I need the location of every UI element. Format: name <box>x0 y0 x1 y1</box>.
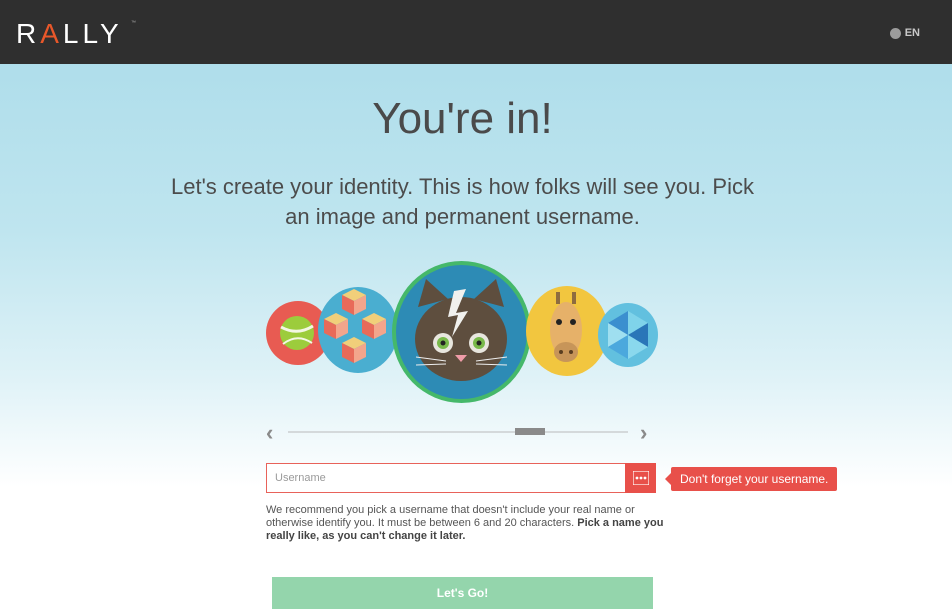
carousel-track <box>288 431 628 433</box>
password-dots-icon[interactable] <box>625 463 656 493</box>
carousel-thumb[interactable] <box>515 428 545 435</box>
globe-icon <box>889 27 901 39</box>
triangles-pattern-icon <box>608 311 648 359</box>
trademark-mark: ™ <box>131 20 136 26</box>
page-title: You're in! <box>372 94 553 143</box>
password-dots-icon-glyph <box>632 471 649 485</box>
giraffe-icon <box>550 292 582 362</box>
cat-icon <box>415 279 508 381</box>
cubes-pattern-icon <box>324 289 386 363</box>
chevron-right-icon[interactable]: › <box>640 420 647 446</box>
lets-go-button[interactable]: Let's Go! <box>272 577 653 609</box>
username-hint: We recommend you pick a username that do… <box>266 504 664 542</box>
username-error-tooltip: Don't forget your username. <box>664 467 838 491</box>
avatar-isometric-cubes[interactable] <box>318 287 398 373</box>
language-selector[interactable]: EN <box>889 27 920 39</box>
top-navigation-bar: RALLY ™ EN <box>0 0 952 64</box>
language-label: EN <box>904 27 920 39</box>
username-input[interactable] <box>266 463 626 493</box>
page-subtitle: Let's create your identity. This is how … <box>171 174 754 229</box>
avatar-blue-triangles[interactable] <box>598 303 658 367</box>
avatar-cat[interactable] <box>392 261 531 403</box>
avatar-giraffe[interactable] <box>526 286 608 376</box>
chevron-left-icon[interactable]: ‹ <box>266 420 273 446</box>
rally-logo[interactable]: RALLY <box>16 18 123 50</box>
